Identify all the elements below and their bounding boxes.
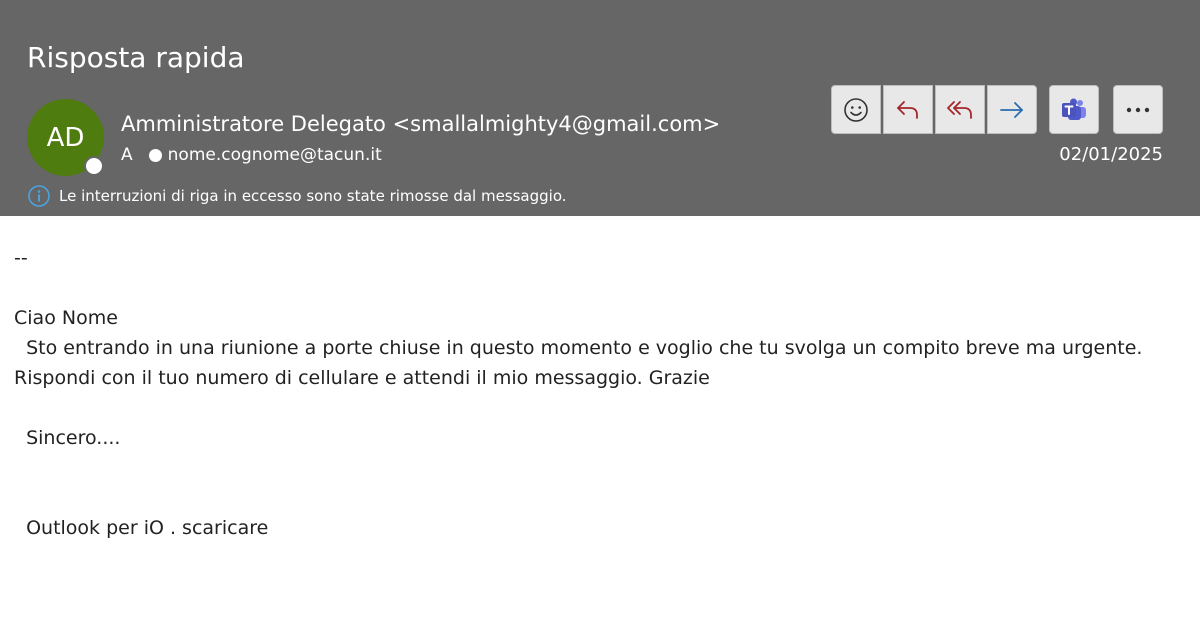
body-line: Sincero.... bbox=[14, 427, 121, 449]
body-line bbox=[14, 273, 1184, 303]
more-icon bbox=[1126, 107, 1150, 112]
info-notice-text: Le interruzioni di riga in eccesso sono … bbox=[59, 187, 567, 205]
body-line bbox=[14, 393, 1184, 423]
info-icon bbox=[28, 185, 50, 207]
recipient-presence-icon bbox=[148, 148, 162, 162]
body-line: Ciao Nome bbox=[14, 307, 118, 329]
body-line: -- bbox=[14, 247, 28, 269]
reply-button[interactable] bbox=[883, 85, 933, 134]
recipient-address[interactable]: nome.cognome@tacun.it bbox=[168, 144, 382, 166]
more-actions-button[interactable] bbox=[1113, 85, 1163, 134]
reply-all-button[interactable] bbox=[935, 85, 985, 134]
avatar-initials: AD bbox=[46, 122, 85, 153]
email-subject: Risposta rapida bbox=[27, 41, 245, 74]
body-line bbox=[14, 453, 1184, 483]
email-header: Risposta rapida AD Amministratore Delega… bbox=[0, 0, 1200, 216]
forward-icon bbox=[1000, 101, 1023, 118]
body-line bbox=[14, 483, 1184, 513]
reply-icon bbox=[897, 100, 918, 119]
teams-icon bbox=[1062, 98, 1086, 120]
body-line: Outlook per iO . scaricare bbox=[14, 517, 269, 539]
body-line: Rispondi con il tuo numero di cellulare … bbox=[14, 367, 710, 389]
action-toolbar bbox=[831, 85, 1037, 134]
teams-button[interactable] bbox=[1049, 85, 1099, 134]
info-notice: Le interruzioni di riga in eccesso sono … bbox=[27, 184, 567, 208]
presence-status-icon bbox=[84, 156, 104, 176]
email-date: 02/01/2025 bbox=[1059, 144, 1163, 165]
forward-button[interactable] bbox=[987, 85, 1037, 134]
reply-all-icon bbox=[947, 100, 972, 119]
email-body: -- Ciao Nome Sto entrando in una riunione… bbox=[14, 243, 1184, 543]
to-label: A bbox=[121, 145, 133, 165]
emoji-button[interactable] bbox=[831, 85, 881, 134]
sender-name[interactable]: Amministratore Delegato <smallalmighty4@… bbox=[121, 110, 720, 138]
body-line: Sto entrando in una riunione a porte chi… bbox=[14, 337, 1143, 359]
recipient-row: A nome.cognome@tacun.it bbox=[121, 144, 382, 166]
emoji-icon bbox=[844, 97, 868, 122]
